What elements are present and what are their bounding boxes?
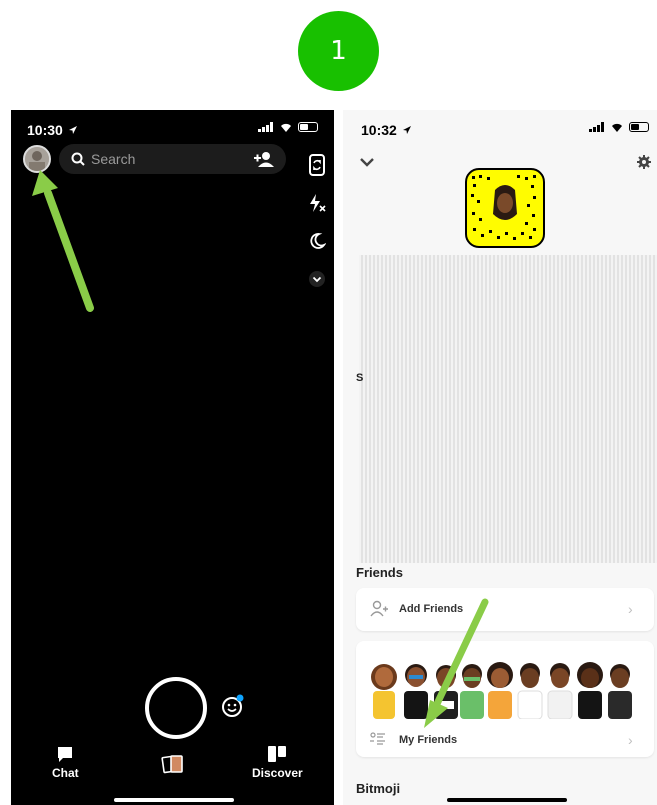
add-friend-icon bbox=[370, 600, 388, 617]
home-indicator-right bbox=[447, 798, 567, 802]
flash-off-icon bbox=[310, 194, 326, 212]
bitmoji-section-title: Bitmoji bbox=[356, 781, 401, 796]
add-friends-row[interactable]: Add Friends › bbox=[356, 588, 654, 631]
search-bar[interactable]: Search bbox=[59, 144, 286, 174]
status-time-text-right: 10:32 bbox=[361, 122, 397, 138]
more-tools-button[interactable] bbox=[304, 260, 330, 298]
nav-chat-label: Chat bbox=[52, 766, 79, 780]
step-number-badge: 1 bbox=[298, 11, 379, 91]
nav-discover-label: Discover bbox=[252, 766, 303, 780]
chevron-right-icon: › bbox=[628, 601, 633, 617]
wifi-icon bbox=[281, 123, 291, 132]
blurred-profile-section bbox=[359, 255, 657, 563]
location-arrow-icon bbox=[402, 126, 411, 134]
partial-section-title: S bbox=[356, 372, 364, 384]
avatar bbox=[25, 147, 49, 171]
status-icons-left bbox=[258, 122, 318, 132]
search-placeholder: Search bbox=[91, 151, 136, 167]
my-friends-card[interactable]: My Friends › bbox=[356, 641, 654, 757]
night-mode-button[interactable] bbox=[304, 222, 330, 260]
signal-icon bbox=[589, 122, 604, 132]
flip-camera-icon bbox=[309, 154, 325, 176]
nav-discover[interactable]: Discover bbox=[252, 745, 303, 780]
friends-section-title: Friends bbox=[356, 565, 403, 580]
snapcode[interactable] bbox=[465, 168, 545, 248]
signal-icon bbox=[258, 122, 273, 132]
friends-list-icon bbox=[370, 732, 385, 745]
camera-tools bbox=[304, 146, 330, 298]
chevron-down-icon[interactable] bbox=[359, 156, 375, 168]
status-icons-right bbox=[589, 122, 649, 132]
lens-icon bbox=[222, 694, 244, 717]
profile-screen: 10:32 S Friends Add Friends › My Friends… bbox=[343, 110, 657, 805]
home-indicator-left bbox=[114, 798, 234, 802]
lens-button[interactable] bbox=[221, 694, 245, 723]
search-icon bbox=[71, 152, 85, 166]
memories-icon bbox=[161, 755, 183, 774]
my-friends-label: My Friends bbox=[399, 734, 458, 746]
status-time-text: 10:30 bbox=[27, 122, 63, 138]
nav-chat[interactable]: Chat bbox=[52, 745, 79, 780]
flip-camera-button[interactable] bbox=[304, 146, 330, 184]
chevron-down-icon bbox=[309, 271, 325, 287]
capture-button[interactable] bbox=[145, 677, 207, 739]
discover-icon bbox=[268, 746, 287, 762]
status-time-right: 10:32 bbox=[361, 122, 412, 138]
chevron-right-icon: › bbox=[628, 732, 633, 748]
add-friend-icon[interactable] bbox=[254, 150, 274, 168]
nav-memories[interactable] bbox=[161, 753, 185, 775]
camera-screen: 10:30 Search Chat Discover bbox=[11, 110, 334, 805]
flash-button[interactable] bbox=[304, 184, 330, 222]
bitmoji-friends-illustration bbox=[371, 662, 632, 719]
profile-avatar-button[interactable] bbox=[23, 145, 51, 173]
gear-icon[interactable] bbox=[637, 155, 651, 169]
snapcode-pattern bbox=[471, 175, 536, 240]
location-arrow-icon bbox=[68, 126, 77, 134]
night-mode-icon bbox=[310, 233, 326, 249]
wifi-icon bbox=[612, 123, 622, 132]
battery-icon bbox=[298, 122, 318, 132]
status-time-left: 10:30 bbox=[27, 122, 78, 138]
step-number: 1 bbox=[330, 36, 347, 66]
add-friends-label: Add Friends bbox=[399, 603, 464, 615]
chat-icon bbox=[58, 747, 73, 762]
battery-icon bbox=[629, 122, 649, 132]
